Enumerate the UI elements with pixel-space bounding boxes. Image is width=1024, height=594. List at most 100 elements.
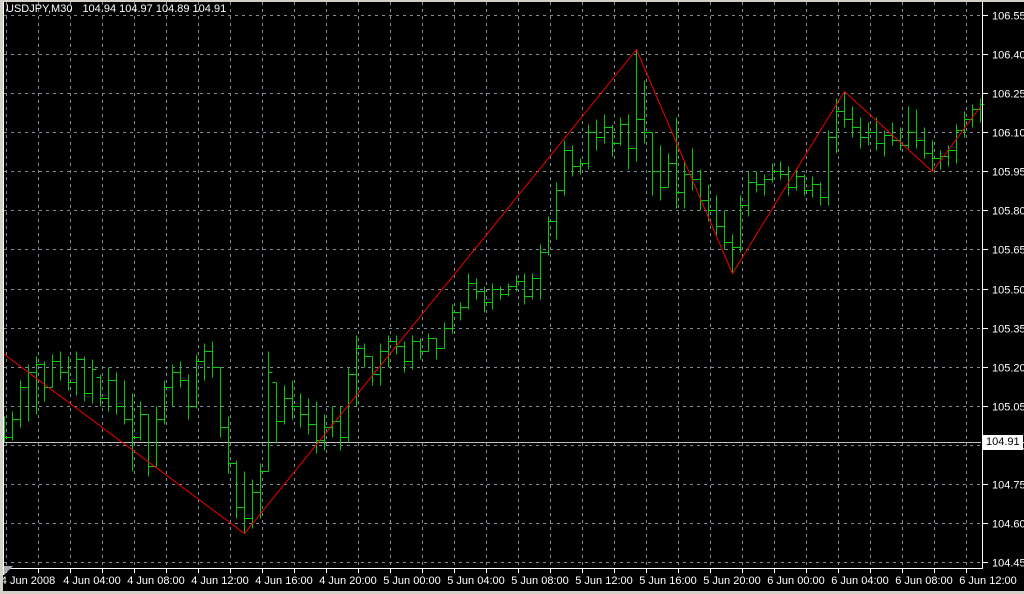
ohlc-bar xyxy=(128,393,137,472)
ohlc-bar xyxy=(512,275,521,292)
ohlc-bar xyxy=(392,335,401,355)
ohlc-bar xyxy=(744,171,753,217)
ohlc-bar xyxy=(808,176,817,198)
time-axis-label: 5 Jun 20:00 xyxy=(703,575,761,587)
chart-symbol-period: USDJPY,M30 xyxy=(6,3,73,15)
ohlc-bar xyxy=(56,351,65,381)
ohlc-bar xyxy=(416,338,425,360)
chart-ohlc-readout: 104.94 104.97 104.89 104.91 xyxy=(82,3,227,15)
ohlc-bar xyxy=(824,130,833,206)
price-axis-label: 104.75 xyxy=(992,480,1024,492)
ohlc-bar xyxy=(912,109,921,149)
ohlc-bar xyxy=(576,158,585,175)
ohlc-bar xyxy=(400,341,409,373)
time-axis-label: 6 Jun 04:00 xyxy=(831,575,889,587)
chart-title: USDJPY,M30 104.94 104.97 104.89 104.91 xyxy=(6,3,226,15)
ohlc-bar xyxy=(168,364,177,407)
ohlc-bar xyxy=(536,244,545,300)
ohlc-bar xyxy=(736,195,745,253)
ohlc-bar xyxy=(928,140,937,172)
ohlc-bar xyxy=(568,145,577,177)
ohlc-bar xyxy=(224,416,233,474)
time-axis-label: 5 Jun 16:00 xyxy=(639,575,697,587)
ohlc-bar xyxy=(248,479,257,529)
ohlc-bar xyxy=(64,356,73,391)
ohlc-bar xyxy=(120,380,129,425)
ohlc-bar xyxy=(424,333,433,352)
ohlc-bar xyxy=(616,117,625,146)
ohlc-bar xyxy=(768,163,777,183)
ohlc-bar xyxy=(88,359,97,404)
ohlc-bar xyxy=(336,406,345,451)
ohlc-bar xyxy=(488,283,497,310)
price-axis-label: 105.95 xyxy=(992,167,1024,179)
ohlc-bar xyxy=(896,127,905,151)
ohlc-bar xyxy=(200,343,209,381)
price-axis-label: 105.80 xyxy=(992,206,1024,218)
ohlc-bar xyxy=(304,398,313,435)
price-bars xyxy=(0,49,985,534)
ohlc-bar xyxy=(872,117,881,151)
ohlc-bar xyxy=(456,302,465,321)
ohlc-bar xyxy=(216,367,225,438)
ohlc-bar xyxy=(688,148,697,191)
ohlc-bar xyxy=(136,401,145,441)
time-axis-label: 6 Jun 08:00 xyxy=(895,575,953,587)
ohlc-bar xyxy=(184,374,193,420)
price-axis-label: 106.25 xyxy=(992,89,1024,101)
ohlc-bar xyxy=(192,354,201,409)
time-axis-label: 4 Jun 20:00 xyxy=(319,575,377,587)
ohlc-bar xyxy=(160,380,169,425)
ohlc-bar xyxy=(448,304,457,334)
window-frame-top xyxy=(0,0,1024,2)
ohlc-bar xyxy=(640,80,649,144)
ohlc-bar xyxy=(16,380,25,428)
ohlc-bar xyxy=(296,393,305,428)
chart-canvas[interactable]: 106.55 106.40 106.25 106.10 105.95 105.80 105.… xyxy=(0,0,1024,594)
ohlc-bar xyxy=(96,374,105,407)
time-axis-label: 4 Jun 16:00 xyxy=(255,575,313,587)
ohlc-bar xyxy=(832,98,841,154)
ohlc-bar xyxy=(368,356,377,386)
price-axis-label: 104.60 xyxy=(992,519,1024,531)
ohlc-bar xyxy=(648,132,657,196)
ohlc-bar xyxy=(560,140,569,196)
ohlc-bar xyxy=(528,273,537,300)
ohlc-bar xyxy=(632,49,641,162)
price-axis-label: 105.35 xyxy=(992,324,1024,336)
time-axis-label: 6 Jun 12:00 xyxy=(959,575,1017,587)
ohlc-bar xyxy=(968,104,977,128)
ohlc-bar xyxy=(440,322,449,349)
chart-corner-triangle-icon xyxy=(4,566,13,575)
time-axis[interactable]: 4 Jun 2008 4 Jun 04:00 4 Jun 08:00 4 Jun 12… xyxy=(1,569,1017,587)
ohlc-bar xyxy=(856,117,865,149)
ohlc-bar xyxy=(776,161,785,180)
ohlc-bar xyxy=(664,153,673,188)
time-axis-label: 4 Jun 2008 xyxy=(1,575,55,587)
ohlc-bar xyxy=(624,114,633,170)
ohlc-bar xyxy=(584,124,593,170)
ohlc-bar xyxy=(752,171,761,193)
ohlc-bar xyxy=(80,356,89,402)
price-axis-label: 104.45 xyxy=(992,558,1024,570)
price-axis-label: 106.10 xyxy=(992,128,1024,140)
ohlc-bar xyxy=(464,273,473,310)
time-axis-label: 4 Jun 08:00 xyxy=(127,575,185,587)
ohlc-bar xyxy=(848,106,857,138)
ohlc-bar xyxy=(656,145,665,201)
price-axis-label: 105.65 xyxy=(992,245,1024,257)
ohlc-bar xyxy=(704,184,713,222)
ohlc-bar xyxy=(288,380,297,420)
ohlc-bar xyxy=(816,182,825,206)
ohlc-bar xyxy=(496,286,505,300)
ohlc-bar xyxy=(8,411,17,441)
ohlc-bar xyxy=(672,117,681,209)
ohlc-bar xyxy=(24,364,33,422)
price-axis[interactable]: 106.55 106.40 106.25 106.10 105.95 105.80 105.… xyxy=(983,11,1024,570)
time-axis-label: 5 Jun 08:00 xyxy=(511,575,569,587)
time-axis-label: 4 Jun 04:00 xyxy=(63,575,121,587)
window-frame-left xyxy=(0,0,3,594)
ohlc-bar xyxy=(240,471,249,534)
ohlc-bar xyxy=(784,166,793,196)
ohlc-bar xyxy=(592,119,601,151)
